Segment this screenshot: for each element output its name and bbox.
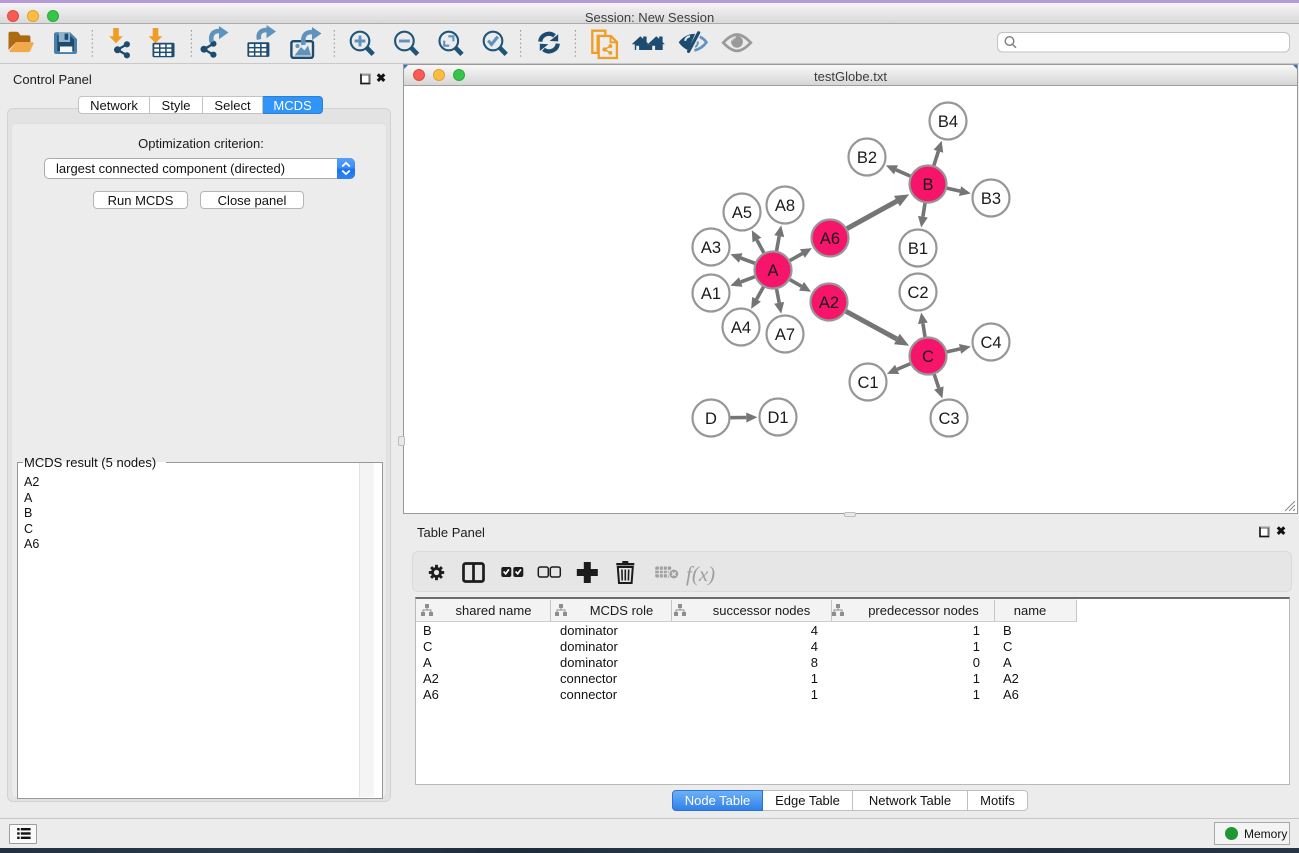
svg-text:A3: A3	[701, 239, 721, 257]
svg-text:D1: D1	[767, 409, 788, 427]
svg-text:A1: A1	[701, 285, 721, 303]
svg-text:A6: A6	[820, 230, 840, 248]
svg-text:A8: A8	[775, 197, 795, 215]
svg-text:A7: A7	[775, 326, 795, 344]
svg-text:C3: C3	[938, 410, 959, 428]
svg-text:C4: C4	[980, 334, 1001, 352]
svg-text:B: B	[922, 176, 933, 194]
svg-text:D: D	[705, 410, 717, 428]
svg-text:C1: C1	[857, 374, 878, 392]
svg-text:f(x): f(x)	[686, 562, 715, 586]
svg-text:A5: A5	[732, 204, 752, 222]
svg-text:C2: C2	[907, 284, 928, 302]
svg-text:A2: A2	[819, 294, 839, 312]
svg-text:B2: B2	[857, 149, 877, 167]
svg-text:B4: B4	[938, 113, 958, 131]
svg-text:C: C	[922, 348, 934, 366]
svg-text:B3: B3	[981, 190, 1001, 208]
svg-text:A: A	[767, 262, 778, 280]
svg-text:B1: B1	[908, 240, 928, 258]
svg-text:A4: A4	[731, 319, 751, 337]
